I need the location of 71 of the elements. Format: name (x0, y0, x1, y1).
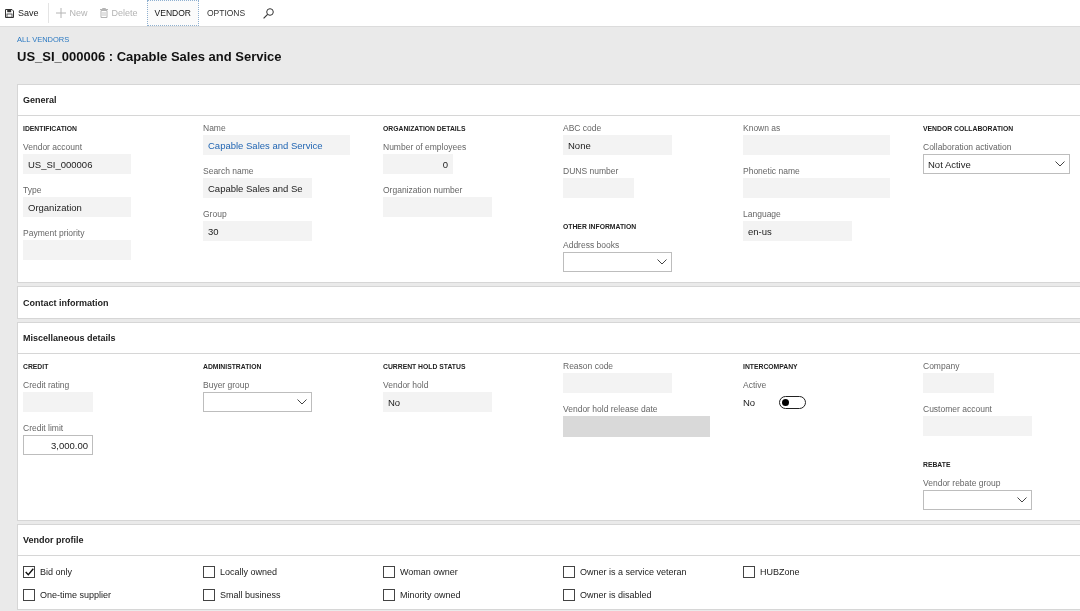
chevron-down-icon (1055, 161, 1065, 167)
checkbox[interactable] (23, 588, 35, 601)
check-icon (24, 567, 34, 576)
input-field[interactable]: 3,000.00 (23, 435, 93, 455)
trash-icon (99, 8, 108, 18)
text-field[interactable]: Capable Sales and Se (203, 178, 312, 198)
toggle-state-text: No (743, 396, 757, 408)
text-field[interactable]: None (563, 135, 672, 155)
text-field[interactable]: No (383, 392, 492, 412)
field-label: Name (203, 122, 226, 135)
field-label: Payment priority (23, 227, 85, 240)
checkbox-label[interactable]: Small business (220, 589, 281, 600)
plus-icon (55, 8, 66, 18)
checkbox[interactable] (563, 588, 575, 601)
checkbox-label[interactable]: Minority owned (400, 589, 461, 600)
save-button[interactable]: Save (2, 0, 45, 26)
dropdown[interactable] (923, 490, 1032, 510)
field-label: Phonetic name (743, 165, 800, 178)
field-label: ABC code (563, 122, 602, 135)
field-label: Reason code (563, 360, 614, 373)
field-label: Type (23, 184, 42, 197)
field-label: DUNS number (563, 165, 619, 178)
field-label: Number of employees (383, 141, 467, 154)
checkbox-label[interactable]: Locally owned (220, 566, 278, 577)
text-field[interactable]: 0 (383, 154, 453, 174)
field-label: Credit limit (23, 422, 64, 435)
field-label: Address books (563, 239, 620, 252)
page-title: US_SI_000006 : Capable Sales and Service (17, 49, 282, 65)
field-label: Vendor hold (383, 379, 429, 392)
text-field[interactable]: US_SI_000006 (23, 154, 131, 174)
chevron-down-icon (1017, 497, 1027, 503)
text-field[interactable] (563, 416, 710, 437)
dropdown[interactable] (203, 392, 312, 412)
checkbox-label[interactable]: Woman owner (400, 566, 458, 577)
field-label: Company (923, 360, 960, 373)
tab[interactable]: VENDOR (146, 0, 199, 26)
checkbox[interactable] (563, 565, 575, 578)
toggle-switch[interactable] (779, 395, 806, 409)
field-label: Known as (743, 122, 781, 135)
field-label: Search name (203, 165, 254, 178)
checkbox-label[interactable]: Owner is a service veteran (580, 566, 687, 577)
field-label: Language (743, 208, 781, 221)
field-label: Credit rating (23, 379, 70, 392)
text-field[interactable]: en-us (743, 221, 852, 241)
field-label: Group (203, 208, 227, 221)
checkbox-label[interactable]: Bid only (40, 566, 73, 577)
checkbox[interactable] (203, 565, 215, 578)
field-label: Buyer group (203, 379, 250, 392)
checkbox-label[interactable]: Owner is disabled (580, 589, 652, 600)
field-label: Vendor rebate group (923, 477, 1001, 490)
search-icon (263, 7, 275, 19)
checkbox[interactable] (383, 588, 395, 601)
field-label: Vendor hold release date (563, 403, 658, 416)
field-label: Collaboration activation (923, 141, 1012, 154)
text-field[interactable]: 30 (203, 221, 312, 241)
checkbox[interactable] (743, 565, 755, 578)
checkbox[interactable] (383, 565, 395, 578)
text-field[interactable]: Organization (23, 197, 131, 217)
chevron-down-icon (657, 259, 667, 265)
checkbox[interactable] (203, 588, 215, 601)
dropdown[interactable] (563, 252, 672, 272)
chevron-down-icon (297, 399, 307, 405)
field-label: Customer account (923, 403, 992, 416)
field-label: Organization number (383, 184, 463, 197)
text-field[interactable]: Capable Sales and Service (203, 135, 350, 155)
field-label: Vendor account (23, 141, 83, 154)
checkbox-label[interactable]: One-time supplier (40, 589, 112, 600)
checkbox[interactable] (23, 565, 35, 578)
field-label: Active (743, 379, 767, 392)
dropdown[interactable]: Not Active (923, 154, 1070, 174)
checkbox-label[interactable]: HUBZone (760, 566, 800, 577)
